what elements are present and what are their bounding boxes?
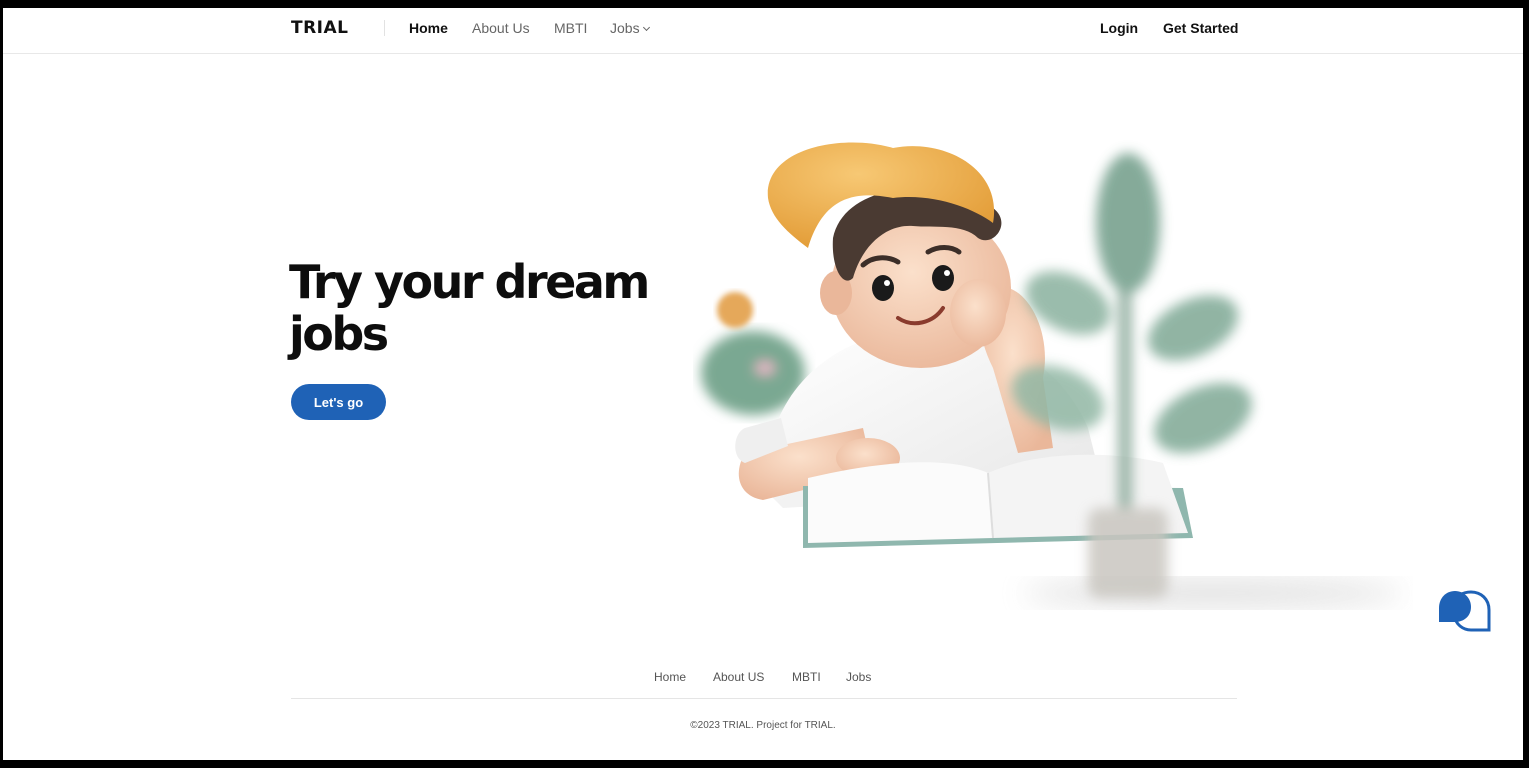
hero-title-line1: Try your dream: [289, 255, 650, 309]
hero-illustration: [701, 142, 1403, 607]
nav-mbti-link[interactable]: MBTI: [554, 20, 587, 36]
ground-shadow: [1023, 579, 1403, 607]
hero-title-line2: jobs: [289, 307, 389, 361]
nav-jobs-dropdown[interactable]: Jobs: [610, 20, 650, 36]
nav-about-link[interactable]: About Us: [472, 20, 530, 36]
site-logo[interactable]: TRIAL: [291, 18, 349, 38]
page-frame: TRIAL Home About Us MBTI Jobs Login Get …: [3, 8, 1523, 760]
get-started-link[interactable]: Get Started: [1163, 20, 1238, 36]
footer-jobs-link[interactable]: Jobs: [846, 670, 871, 684]
chat-bubbles-icon[interactable]: [1437, 590, 1493, 636]
boy-figure: [735, 142, 1103, 508]
copyright-text: ©2023 TRIAL. Project for TRIAL.: [690, 720, 836, 731]
orange-ball-decoration: [717, 292, 753, 328]
top-navbar: TRIAL Home About Us MBTI Jobs Login Get …: [3, 8, 1523, 54]
footer-divider: [291, 698, 1237, 699]
lets-go-button[interactable]: Let's go: [291, 384, 386, 420]
footer-mbti-link[interactable]: MBTI: [792, 670, 821, 684]
footer-about-link[interactable]: About US: [713, 670, 764, 684]
login-link[interactable]: Login: [1100, 20, 1138, 36]
footer-home-link[interactable]: Home: [654, 670, 686, 684]
nav-jobs-label: Jobs: [610, 20, 640, 36]
hero-title: Try your dream jobs: [289, 256, 709, 360]
chevron-down-icon: [642, 23, 650, 32]
nav-divider: [384, 20, 385, 36]
nav-home-link[interactable]: Home: [409, 20, 448, 36]
